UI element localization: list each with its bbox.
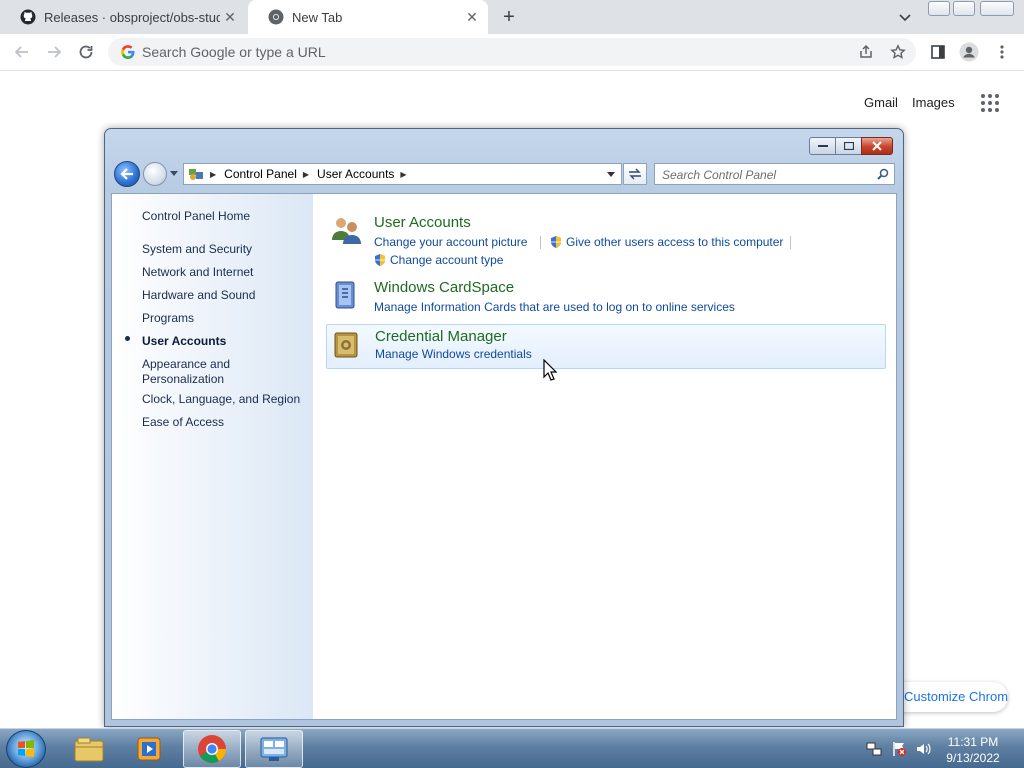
omnibox[interactable]: Search Google or type a URL: [108, 38, 916, 66]
maximize-icon[interactable]: [835, 137, 861, 155]
nav-appearance-and-personalization[interactable]: Personalization: [142, 372, 224, 387]
browser-tab-strip: Releases · obsproject/obs-studio ✕ New T…: [0, 0, 1024, 34]
active-bullet-icon: [125, 336, 130, 341]
give-other-users-access-link[interactable]: Give other users access to this computer: [566, 235, 783, 249]
breadcrumb-chevron-icon[interactable]: ▶: [210, 170, 216, 179]
address-dropdown-icon[interactable]: [607, 172, 615, 177]
nav-programs[interactable]: Programs: [142, 311, 194, 326]
breadcrumb-chevron-icon[interactable]: ▶: [400, 170, 406, 179]
google-g-icon: [120, 44, 136, 60]
refresh-button[interactable]: [623, 163, 647, 185]
bookmark-star-icon[interactable]: [888, 42, 908, 62]
reload-icon[interactable]: [76, 42, 96, 62]
left-navigation-pane: Control Panel Home System and Security N…: [112, 194, 313, 719]
more-menu-icon[interactable]: [992, 42, 1012, 62]
chrome-icon: [268, 9, 284, 25]
search-control-panel-input[interactable]: Search Control Panel: [654, 163, 895, 185]
nav-control-panel-home[interactable]: Control Panel Home: [142, 209, 250, 224]
close-icon[interactable]: ✕: [220, 9, 240, 26]
cardspace-icon: [330, 279, 362, 311]
windows-explorer-icon: [74, 737, 104, 762]
profile-avatar-icon[interactable]: [959, 42, 979, 62]
minimize-icon[interactable]: [809, 137, 835, 155]
nav-hardware-and-sound[interactable]: Hardware and Sound: [142, 288, 255, 303]
category-title[interactable]: Windows CardSpace: [374, 279, 514, 296]
close-icon[interactable]: [861, 137, 893, 155]
clock-date: 9/13/2022: [946, 751, 1000, 765]
user-accounts-icon: [330, 214, 362, 246]
category-user-accounts: User Accounts Change your account pictur…: [330, 214, 886, 270]
credential-manager-icon: [331, 329, 363, 361]
category-title[interactable]: Credential Manager: [375, 328, 507, 345]
omnibox-placeholder: Search Google or type a URL: [142, 44, 326, 60]
action-center-flag-icon[interactable]: [891, 741, 907, 757]
change-account-type-link[interactable]: Change account type: [390, 253, 503, 267]
nav-network-and-internet[interactable]: Network and Internet: [142, 265, 253, 280]
taskbar: 11:31 PM 9/13/2022: [0, 728, 1024, 768]
uac-shield-icon: [549, 235, 563, 249]
tab-title: Releases · obsproject/obs-studio: [44, 9, 220, 25]
share-icon[interactable]: [856, 42, 876, 62]
uac-shield-icon: [373, 253, 387, 267]
taskbar-media-player[interactable]: [120, 730, 178, 768]
control-panel-icon: [260, 737, 288, 761]
manage-information-cards-link[interactable]: Manage Information Cards that are used t…: [374, 300, 735, 314]
forward-arrow-icon[interactable]: [44, 42, 64, 62]
close-icon[interactable]: ✕: [462, 9, 482, 26]
back-button[interactable]: [114, 161, 140, 187]
tab-releases[interactable]: Releases · obsproject/obs-studio ✕: [0, 0, 246, 34]
breadcrumb-chevron-icon[interactable]: ▶: [303, 170, 309, 179]
taskbar-control-panel[interactable]: [245, 730, 303, 768]
category-credential-manager[interactable]: Credential Manager Manage Windows creden…: [326, 324, 886, 369]
google-apps-icon[interactable]: [981, 94, 999, 112]
chrome-icon: [198, 735, 226, 763]
control-panel-content: Control Panel Home System and Security N…: [111, 193, 897, 720]
tab-new-tab[interactable]: New Tab ✕: [248, 0, 488, 34]
close-window-icon[interactable]: [980, 1, 1014, 16]
category-title[interactable]: User Accounts: [374, 214, 471, 231]
control-panel-icon: [188, 166, 204, 182]
nav-clock-language-region[interactable]: Clock, Language, and Region: [142, 392, 300, 407]
github-icon: [20, 9, 36, 25]
breadcrumb-control-panel[interactable]: Control Panel: [224, 167, 297, 181]
browser-toolbar: Search Google or type a URL: [0, 34, 1024, 71]
category-windows-cardspace: Windows CardSpace Manage Information Car…: [330, 279, 886, 319]
minimize-window-icon[interactable]: [928, 1, 950, 16]
search-icon[interactable]: [877, 168, 889, 180]
taskbar-windows-explorer[interactable]: [60, 730, 118, 768]
start-button[interactable]: [6, 730, 46, 768]
gmail-link[interactable]: Gmail: [864, 95, 898, 110]
new-tab-button[interactable]: +: [498, 6, 520, 28]
volume-icon[interactable]: [915, 741, 931, 757]
taskbar-chrome[interactable]: [183, 730, 241, 768]
change-account-picture-link[interactable]: Change your account picture: [374, 235, 527, 249]
clock-time: 11:31 PM: [947, 735, 999, 749]
nav-appearance-and-personalization[interactable]: Appearance and: [142, 357, 230, 372]
images-link[interactable]: Images: [912, 95, 955, 110]
separator: [790, 236, 791, 249]
system-clock[interactable]: 11:31 PM 9/13/2022: [940, 734, 1006, 766]
recent-pages-dropdown-icon[interactable]: [170, 171, 178, 176]
media-player-icon: [137, 737, 161, 761]
nav-ease-of-access[interactable]: Ease of Access: [142, 415, 224, 430]
nav-system-and-security[interactable]: System and Security: [142, 242, 252, 257]
nav-user-accounts[interactable]: User Accounts: [142, 334, 226, 349]
tab-title: New Tab: [292, 9, 343, 25]
window-controls: [809, 137, 893, 155]
search-placeholder: Search Control Panel: [662, 168, 777, 182]
separator: [540, 236, 541, 249]
chevron-down-icon[interactable]: [896, 8, 914, 26]
control-panel-window: ▶ Control Panel ▶ User Accounts ▶ Search…: [104, 128, 904, 727]
restore-window-icon[interactable]: [953, 1, 975, 16]
side-panel-icon[interactable]: [928, 42, 948, 62]
breadcrumb-user-accounts[interactable]: User Accounts: [317, 167, 394, 181]
forward-button[interactable]: [143, 162, 167, 186]
manage-windows-credentials-link[interactable]: Manage Windows credentials: [375, 347, 532, 361]
mouse-cursor-icon: [543, 358, 558, 381]
network-icon[interactable]: [866, 741, 882, 757]
address-bar[interactable]: ▶ Control Panel ▶ User Accounts ▶: [183, 163, 622, 185]
back-arrow-icon[interactable]: [12, 42, 32, 62]
